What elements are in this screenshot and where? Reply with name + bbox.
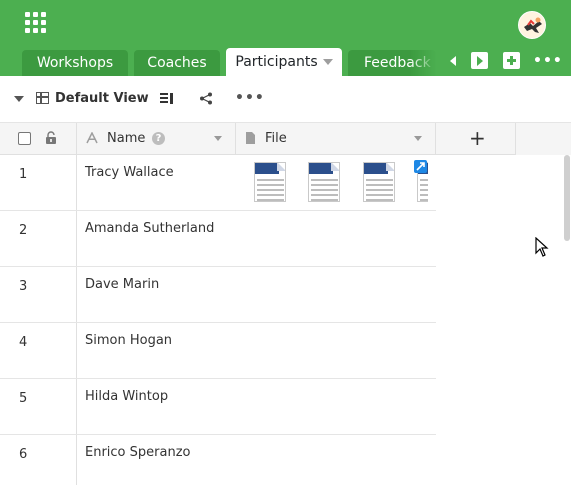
file-thumbnail[interactable]	[308, 162, 340, 202]
name-cell[interactable]: Enrico Speranzo	[85, 445, 190, 460]
name-cell[interactable]: Tracy Wallace	[85, 165, 174, 180]
file-thumbnail[interactable]	[254, 162, 286, 202]
tab-coaches[interactable]: Coaches	[134, 50, 220, 76]
grid-view-icon[interactable]	[36, 92, 49, 104]
table-row[interactable]: 2 Amanda Sutherland	[0, 211, 436, 267]
name-column-menu-icon[interactable]	[214, 136, 222, 141]
add-column-button[interactable]: +	[469, 126, 486, 150]
tab-participants-label: Participants	[235, 54, 318, 70]
table-row[interactable]: 4 Simon Hogan	[0, 323, 436, 379]
tab-feedback[interactable]: Feedback	[348, 50, 436, 76]
name-cell[interactable]: Dave Marin	[85, 277, 159, 292]
share-icon[interactable]	[199, 92, 213, 105]
add-table-icon[interactable]	[503, 52, 520, 69]
toolbar-more-icon[interactable]: •••	[235, 91, 265, 105]
file-column-label: File	[265, 131, 287, 146]
row-number: 1	[19, 167, 28, 182]
scroll-tabs-left-icon[interactable]	[445, 52, 462, 69]
select-column-header	[0, 123, 77, 155]
table-row[interactable]: 5 Hilda Wintop	[0, 379, 436, 435]
table-row[interactable]: 3 Dave Marin	[0, 267, 436, 323]
row-number: 4	[19, 335, 28, 350]
select-all-checkbox[interactable]	[18, 132, 31, 145]
help-icon[interactable]: ?	[152, 132, 165, 145]
scroll-tabs-right-icon[interactable]	[471, 52, 488, 69]
row-number: 5	[19, 391, 28, 406]
text-icon	[86, 132, 98, 144]
view-name[interactable]: Default View	[55, 91, 149, 106]
user-avatar[interactable]	[518, 11, 546, 39]
name-cell[interactable]: Amanda Sutherland	[85, 221, 214, 236]
row-number: 3	[19, 279, 28, 294]
name-cell[interactable]: Hilda Wintop	[85, 389, 168, 404]
table-row[interactable]: 6 Enrico Speranzo	[0, 435, 436, 485]
expand-files-icon[interactable]	[414, 160, 427, 173]
file-icon	[246, 132, 255, 144]
unlock-icon[interactable]	[45, 131, 57, 145]
tab-workshops[interactable]: Workshops	[22, 50, 128, 76]
tab-options-caret-icon[interactable]	[322, 59, 333, 65]
tab-participants[interactable]: Participants	[226, 48, 342, 76]
vertical-scrollbar[interactable]	[564, 155, 570, 241]
more-options-icon[interactable]: •••	[533, 54, 563, 68]
row-number: 6	[19, 447, 28, 462]
mouse-cursor-icon	[535, 237, 549, 257]
name-column-label: Name	[107, 131, 146, 146]
view-collapse-caret-icon[interactable]	[14, 96, 24, 102]
name-cell[interactable]: Simon Hogan	[85, 333, 172, 348]
file-column-menu-icon[interactable]	[414, 136, 422, 141]
row-number: 2	[19, 223, 28, 238]
view-settings-icon[interactable]	[160, 93, 173, 104]
apps-grid-icon[interactable]	[25, 12, 46, 33]
file-thumbnail[interactable]	[363, 162, 395, 202]
